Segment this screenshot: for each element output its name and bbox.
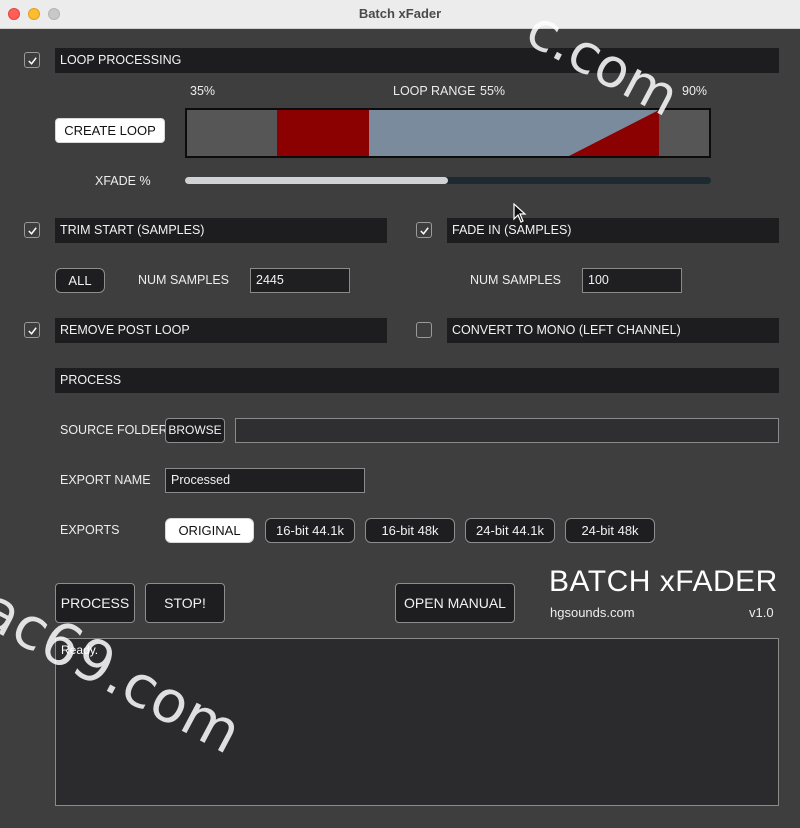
trim-start-checkbox[interactable] (24, 222, 40, 238)
create-loop-button[interactable]: CREATE LOOP (55, 118, 165, 143)
process-header: PROCESS (55, 368, 779, 393)
checkmark-icon (27, 226, 37, 235)
loop-region-start[interactable] (277, 110, 369, 156)
loop-end-percent: 90% (682, 84, 708, 98)
convert-to-mono-checkbox[interactable] (416, 322, 432, 338)
status-log: Ready. (55, 638, 779, 806)
status-log-text: Ready. (61, 643, 99, 657)
process-button[interactable]: PROCESS (55, 583, 135, 623)
loop-processing-checkbox[interactable] (24, 52, 40, 68)
checkmark-icon (27, 326, 37, 335)
fade-in-checkbox[interactable] (416, 222, 432, 238)
remove-post-loop-checkbox[interactable] (24, 322, 40, 338)
export-24bit-48k-button[interactable]: 24-bit 48k (565, 518, 655, 543)
title-bar: Batch xFader (0, 0, 800, 29)
trim-all-button[interactable]: ALL (55, 268, 105, 293)
stop-button[interactable]: STOP! (145, 583, 225, 623)
source-folder-input[interactable] (235, 418, 779, 443)
fade-num-samples-input[interactable]: 100 (582, 268, 682, 293)
loop-mid-percent: 55% (480, 84, 506, 98)
remove-post-loop-header: REMOVE POST LOOP (55, 318, 387, 343)
mouse-cursor-icon (513, 203, 527, 223)
export-16bit-44k-button[interactable]: 16-bit 44.1k (265, 518, 355, 543)
trim-num-samples-label: NUM SAMPLES (138, 273, 229, 287)
app-content: LOOP PROCESSING 35% LOOP RANGE 55% 90% C… (0, 0, 800, 828)
fade-num-samples-label: NUM SAMPLES (470, 273, 561, 287)
loop-processing-header: LOOP PROCESSING (55, 48, 779, 73)
checkmark-icon (27, 56, 37, 65)
brand-site: hgsounds.com (550, 605, 635, 620)
xfade-slider-fill[interactable] (185, 177, 448, 184)
export-original-button[interactable]: ORIGINAL (165, 518, 254, 543)
crossfade-triangle (569, 110, 659, 156)
export-name-label: EXPORT NAME (60, 473, 151, 487)
trim-start-header: TRIM START (SAMPLES) (55, 218, 387, 243)
xfade-label: XFADE % (95, 174, 151, 188)
export-16bit-48k-button[interactable]: 16-bit 48k (365, 518, 455, 543)
convert-to-mono-header: CONVERT TO MONO (LEFT CHANNEL) (447, 318, 779, 343)
source-folder-label: SOURCE FOLDER (60, 423, 168, 437)
trim-num-samples-input[interactable]: 2445 (250, 268, 350, 293)
browse-button[interactable]: BROWSE (165, 418, 225, 443)
open-manual-button[interactable]: OPEN MANUAL (395, 583, 515, 623)
export-24bit-44k-button[interactable]: 24-bit 44.1k (465, 518, 555, 543)
loop-range-label: LOOP RANGE (393, 84, 476, 98)
loop-range-display[interactable] (185, 108, 711, 158)
brand-version: v1.0 (749, 605, 774, 620)
loop-start-percent: 35% (190, 84, 216, 98)
xfade-slider[interactable] (185, 177, 711, 184)
fade-in-header: FADE IN (SAMPLES) (447, 218, 779, 243)
exports-label: EXPORTS (60, 523, 120, 537)
window-title: Batch xFader (358, 6, 442, 21)
brand-title: BATCH xFADER (549, 565, 778, 598)
checkmark-icon (419, 226, 429, 235)
export-name-input[interactable]: Processed (165, 468, 365, 493)
